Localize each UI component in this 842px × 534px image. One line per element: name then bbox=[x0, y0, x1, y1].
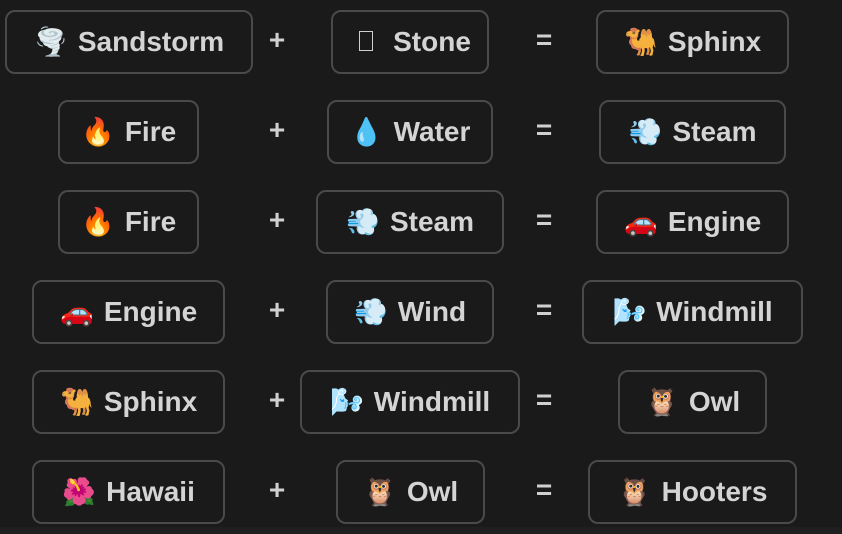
camel-icon: 🐫 bbox=[60, 386, 94, 418]
element-label: Steam bbox=[389, 206, 475, 237]
element-label: Steam bbox=[672, 116, 757, 147]
plus-operator: + bbox=[268, 294, 286, 325]
plus-operator: + bbox=[268, 24, 286, 55]
element-chip-hooters[interactable]: 🦉 Hooters bbox=[588, 460, 797, 524]
element-label: Sandstorm bbox=[77, 26, 225, 57]
equals-operator: = bbox=[535, 24, 553, 55]
element-chip-windmill[interactable]: 🌬️ Windmill bbox=[582, 280, 803, 344]
element-chip-owl[interactable]: 🦉 Owl bbox=[618, 370, 767, 434]
element-label: Windmill bbox=[373, 386, 491, 417]
element-label: Owl bbox=[406, 476, 459, 507]
plus-operator: + bbox=[268, 474, 286, 505]
equals-operator: = bbox=[535, 294, 553, 325]
recipe-row: 🌺 Hawaii + 🦉 Owl = 🦉 Hooters bbox=[0, 460, 842, 528]
recipe-row: 🐫 Sphinx + 🌬️ Windmill = 🦉 Owl bbox=[0, 370, 842, 438]
element-label: Sphinx bbox=[667, 26, 762, 57]
plus-operator: + bbox=[268, 384, 286, 415]
element-label: Hawaii bbox=[106, 476, 195, 507]
element-chip-engine[interactable]: 🚗 Engine bbox=[32, 280, 225, 344]
car-icon: 🚗 bbox=[60, 296, 94, 328]
element-chip-steam[interactable]: 💨 Steam bbox=[316, 190, 504, 254]
equals-operator: = bbox=[535, 204, 553, 235]
dash-icon: 💨 bbox=[346, 206, 380, 238]
tornado-icon: 🌪️ bbox=[34, 26, 68, 58]
droplet-icon: 💧 bbox=[349, 116, 384, 148]
element-label: Water bbox=[393, 116, 471, 147]
hibiscus-icon: 🌺 bbox=[62, 476, 96, 508]
dash-icon: 💨 bbox=[354, 296, 388, 328]
owl-icon: 🦉 bbox=[645, 386, 679, 418]
owl-icon: 🦉 bbox=[363, 476, 397, 508]
equals-operator: = bbox=[535, 114, 553, 145]
dash-icon: 💨 bbox=[628, 116, 663, 148]
element-label: Wind bbox=[397, 296, 467, 327]
recipe-row: 🔥 Fire + 💨 Steam = 🚗 Engine bbox=[0, 190, 842, 258]
missing-glyph-icon bbox=[349, 29, 383, 56]
element-chip-hawaii[interactable]: 🌺 Hawaii bbox=[32, 460, 225, 524]
element-label: Engine bbox=[667, 206, 762, 237]
element-chip-steam[interactable]: 💨 Steam bbox=[599, 100, 786, 164]
equals-operator: = bbox=[535, 384, 553, 415]
element-label: Hooters bbox=[661, 476, 768, 507]
element-chip-sandstorm[interactable]: 🌪️ Sandstorm bbox=[5, 10, 253, 74]
recipe-row: 🌪️ Sandstorm + Stone = 🐫 Sphinx bbox=[0, 10, 842, 78]
element-chip-windmill[interactable]: 🌬️ Windmill bbox=[300, 370, 520, 434]
equals-operator: = bbox=[535, 474, 553, 505]
element-chip-sphinx[interactable]: 🐫 Sphinx bbox=[596, 10, 789, 74]
wind-face-icon: 🌬️ bbox=[329, 386, 364, 418]
wind-face-icon: 🌬️ bbox=[612, 296, 647, 328]
element-label: Stone bbox=[393, 26, 471, 57]
bottom-edge bbox=[0, 527, 842, 534]
camel-icon: 🐫 bbox=[624, 26, 658, 58]
element-label: Sphinx bbox=[103, 386, 198, 417]
element-chip-water[interactable]: 💧 Water bbox=[327, 100, 493, 164]
fire-icon: 🔥 bbox=[81, 206, 115, 238]
car-icon: 🚗 bbox=[624, 206, 658, 238]
element-chip-engine[interactable]: 🚗 Engine bbox=[596, 190, 789, 254]
element-label: Engine bbox=[103, 296, 198, 327]
element-label: Fire bbox=[124, 116, 177, 147]
element-chip-fire[interactable]: 🔥 Fire bbox=[58, 100, 199, 164]
recipe-row: 🔥 Fire + 💧 Water = 💨 Steam bbox=[0, 100, 842, 168]
element-chip-owl[interactable]: 🦉 Owl bbox=[336, 460, 485, 524]
owl-icon: 🦉 bbox=[617, 476, 652, 508]
fire-icon: 🔥 bbox=[81, 116, 115, 148]
element-chip-stone[interactable]: Stone bbox=[331, 10, 489, 74]
plus-operator: + bbox=[268, 204, 286, 235]
plus-operator: + bbox=[268, 114, 286, 145]
recipe-row: 🚗 Engine + 💨 Wind = 🌬️ Windmill bbox=[0, 280, 842, 348]
element-label: Fire bbox=[124, 206, 177, 237]
element-chip-wind[interactable]: 💨 Wind bbox=[326, 280, 494, 344]
element-label: Windmill bbox=[656, 296, 773, 327]
element-label: Owl bbox=[688, 386, 741, 417]
element-chip-fire[interactable]: 🔥 Fire bbox=[58, 190, 199, 254]
element-chip-sphinx[interactable]: 🐫 Sphinx bbox=[32, 370, 225, 434]
